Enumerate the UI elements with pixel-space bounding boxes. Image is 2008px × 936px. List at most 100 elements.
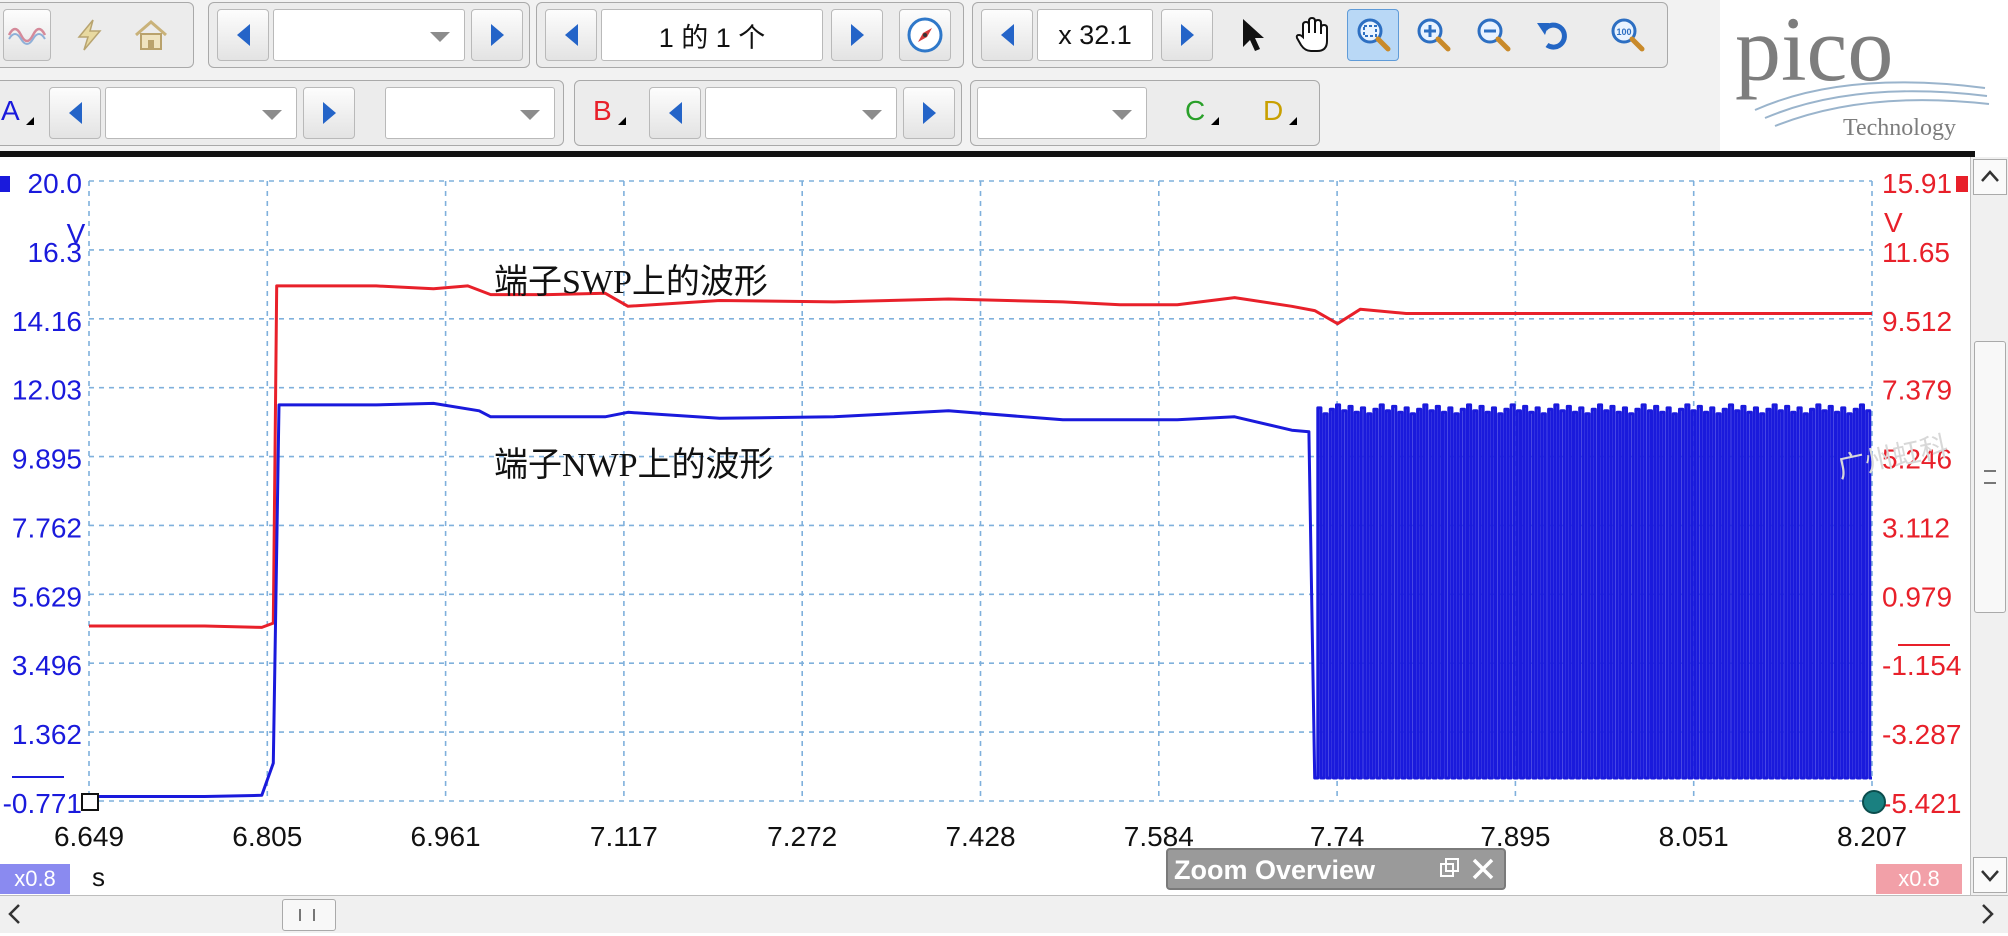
right-axis: 15.9111.659.5127.3795.2463.1120.979-1.15… <box>1882 168 1961 819</box>
right-axis-tick-label: -5.421 <box>1882 788 1961 819</box>
channel-b-axis-marker[interactable] <box>1956 176 1968 192</box>
mode-group <box>0 2 194 68</box>
chevron-left-icon <box>8 904 20 924</box>
channel-d-label[interactable]: D <box>1263 95 1298 127</box>
corner-marker-icon <box>1211 117 1220 125</box>
left-axis-tick-label: 20.0 <box>28 168 83 199</box>
right-arrow-icon <box>322 102 336 124</box>
buffer-navigator-button[interactable] <box>899 9 951 61</box>
zoom-overview-title: Zoom Overview <box>1174 855 1376 885</box>
buffer-nav-group: 1 的 1 个 <box>536 2 964 68</box>
channel-b-group: B <box>574 80 962 146</box>
channel-c-label[interactable]: C <box>1185 95 1220 127</box>
channel-b-coupling-select[interactable] <box>977 87 1147 139</box>
chevron-up-icon <box>1981 170 1999 182</box>
waveform-icon <box>7 27 47 45</box>
waveform-plot[interactable]: 20.016.314.1612.039.8957.7625.6293.4961.… <box>0 157 1968 895</box>
zoom-in-button[interactable] <box>1407 9 1459 61</box>
auto-setup-button[interactable] <box>63 9 115 61</box>
left-axis-tick-label: 9.895 <box>12 444 82 475</box>
right-axis-tick-label: 0.979 <box>1882 581 1952 612</box>
restore-window-icon[interactable] <box>1438 856 1462 880</box>
hand-icon <box>1295 16 1328 52</box>
channel-a-axis-marker[interactable] <box>0 176 10 192</box>
undo-zoom-button[interactable] <box>1527 9 1579 61</box>
logo-subtext: Technology <box>1843 115 1956 141</box>
home-icon <box>135 20 167 50</box>
channel-a-range-select[interactable] <box>105 87 297 139</box>
pointer-icon <box>1243 19 1264 51</box>
home-button[interactable] <box>125 9 177 61</box>
left-axis: 20.016.314.1612.039.8957.7625.6293.4961.… <box>3 168 86 819</box>
vertical-scroll-thumb[interactable] <box>1974 341 2006 613</box>
left-axis-tick-label: 7.762 <box>12 512 82 543</box>
channel-a-range-next-button[interactable] <box>303 87 355 139</box>
right-axis-tick-label: -3.287 <box>1882 719 1961 750</box>
zoom-fit-icon: 100 <box>1611 18 1645 52</box>
scroll-left-button[interactable] <box>0 897 30 931</box>
time-axis-tick-label: 7.272 <box>767 821 837 852</box>
scroll-down-button[interactable] <box>1973 857 2007 893</box>
channel-b-range-prev-button[interactable] <box>649 87 701 139</box>
scroll-right-button[interactable] <box>1970 897 2004 931</box>
buffer-index-field[interactable]: 1 的 1 个 <box>601 9 823 61</box>
horizontal-scrollbar[interactable] <box>0 895 2008 933</box>
zoom-overview-window[interactable]: Zoom Overview <box>1166 848 1506 890</box>
nwp-annotation: 端子NWP上的波形 <box>494 446 774 484</box>
channel-a-range-prev-button[interactable] <box>49 87 101 139</box>
right-arrow-icon <box>490 24 504 46</box>
zoom-in-icon <box>1417 18 1451 52</box>
channel-b-range-select[interactable] <box>705 87 897 139</box>
ruler-handle[interactable] <box>1862 790 1886 814</box>
corner-marker-icon <box>617 117 626 125</box>
scroll-up-button[interactable] <box>1973 159 2007 195</box>
left-arrow-icon <box>68 102 82 124</box>
right-axis-tick-label: 3.112 <box>1882 512 1950 543</box>
zoom-area-tool-button[interactable] <box>1347 9 1399 61</box>
grip-icon <box>299 909 315 921</box>
zoom-next-button[interactable] <box>1161 9 1213 61</box>
zoom-prev-button[interactable] <box>981 9 1033 61</box>
channel-b-coupling-group: C D <box>970 80 1320 146</box>
right-axis-tick-label: -1.154 <box>1882 650 1961 681</box>
channel-b-label[interactable]: B <box>593 95 626 127</box>
time-unit-label: s <box>92 862 105 892</box>
capture-next-button[interactable] <box>471 9 523 61</box>
select-tool-button[interactable] <box>1227 9 1279 61</box>
hand-tool-button[interactable] <box>1287 9 1339 61</box>
channel-a-label[interactable]: A <box>1 95 34 127</box>
horizontal-scroll-thumb[interactable] <box>282 899 336 931</box>
time-axis: 6.649 6.805 6.961 7.117 7.272 7.428 7.584 7.74 7… <box>54 821 1907 852</box>
left-scale-badge[interactable]: x0.8 <box>0 864 70 894</box>
zoom-out-icon <box>1477 18 1511 52</box>
channel-b-range-next-button[interactable] <box>903 87 955 139</box>
right-scale-badge[interactable]: x0.8 <box>1876 864 1962 894</box>
chevron-right-icon <box>1982 904 1994 924</box>
vertical-scrollbar[interactable] <box>1970 157 2008 897</box>
time-axis-tick-label: 6.649 <box>54 821 124 852</box>
chevron-down-icon <box>1981 870 1999 882</box>
left-axis-tick-label: -0.771 <box>3 788 82 819</box>
right-axis-tick-label: 15.91 <box>1882 168 1952 199</box>
zoom-factor-field[interactable]: x 32.1 <box>1037 9 1153 61</box>
capture-prev-button[interactable] <box>217 9 269 61</box>
time-axis-tick-label: 7.117 <box>590 821 658 852</box>
zoom-out-button[interactable] <box>1467 9 1519 61</box>
right-arrow-icon <box>922 102 936 124</box>
trigger-marker[interactable] <box>81 793 99 811</box>
toolbar-area: 1 的 1 个 x 32.1 100 A B C D <box>0 0 1720 155</box>
channel-a-coupling-select[interactable] <box>385 87 555 139</box>
buffer-prev-button[interactable] <box>545 9 597 61</box>
zoom-group: x 32.1 100 <box>972 2 1668 68</box>
close-icon[interactable] <box>1470 856 1496 882</box>
svg-text:100: 100 <box>1616 27 1631 37</box>
buffer-next-button[interactable] <box>831 9 883 61</box>
lightning-icon <box>77 19 102 51</box>
time-axis-tick-label: 6.805 <box>232 821 302 852</box>
capture-select[interactable] <box>273 9 465 61</box>
zoom-to-fit-button[interactable]: 100 <box>1601 9 1653 61</box>
capture-selector-group <box>208 2 530 68</box>
right-arrow-icon <box>850 24 864 46</box>
swp-annotation: 端子SWP上的波形 <box>494 263 768 301</box>
scope-mode-button[interactable] <box>3 9 51 61</box>
